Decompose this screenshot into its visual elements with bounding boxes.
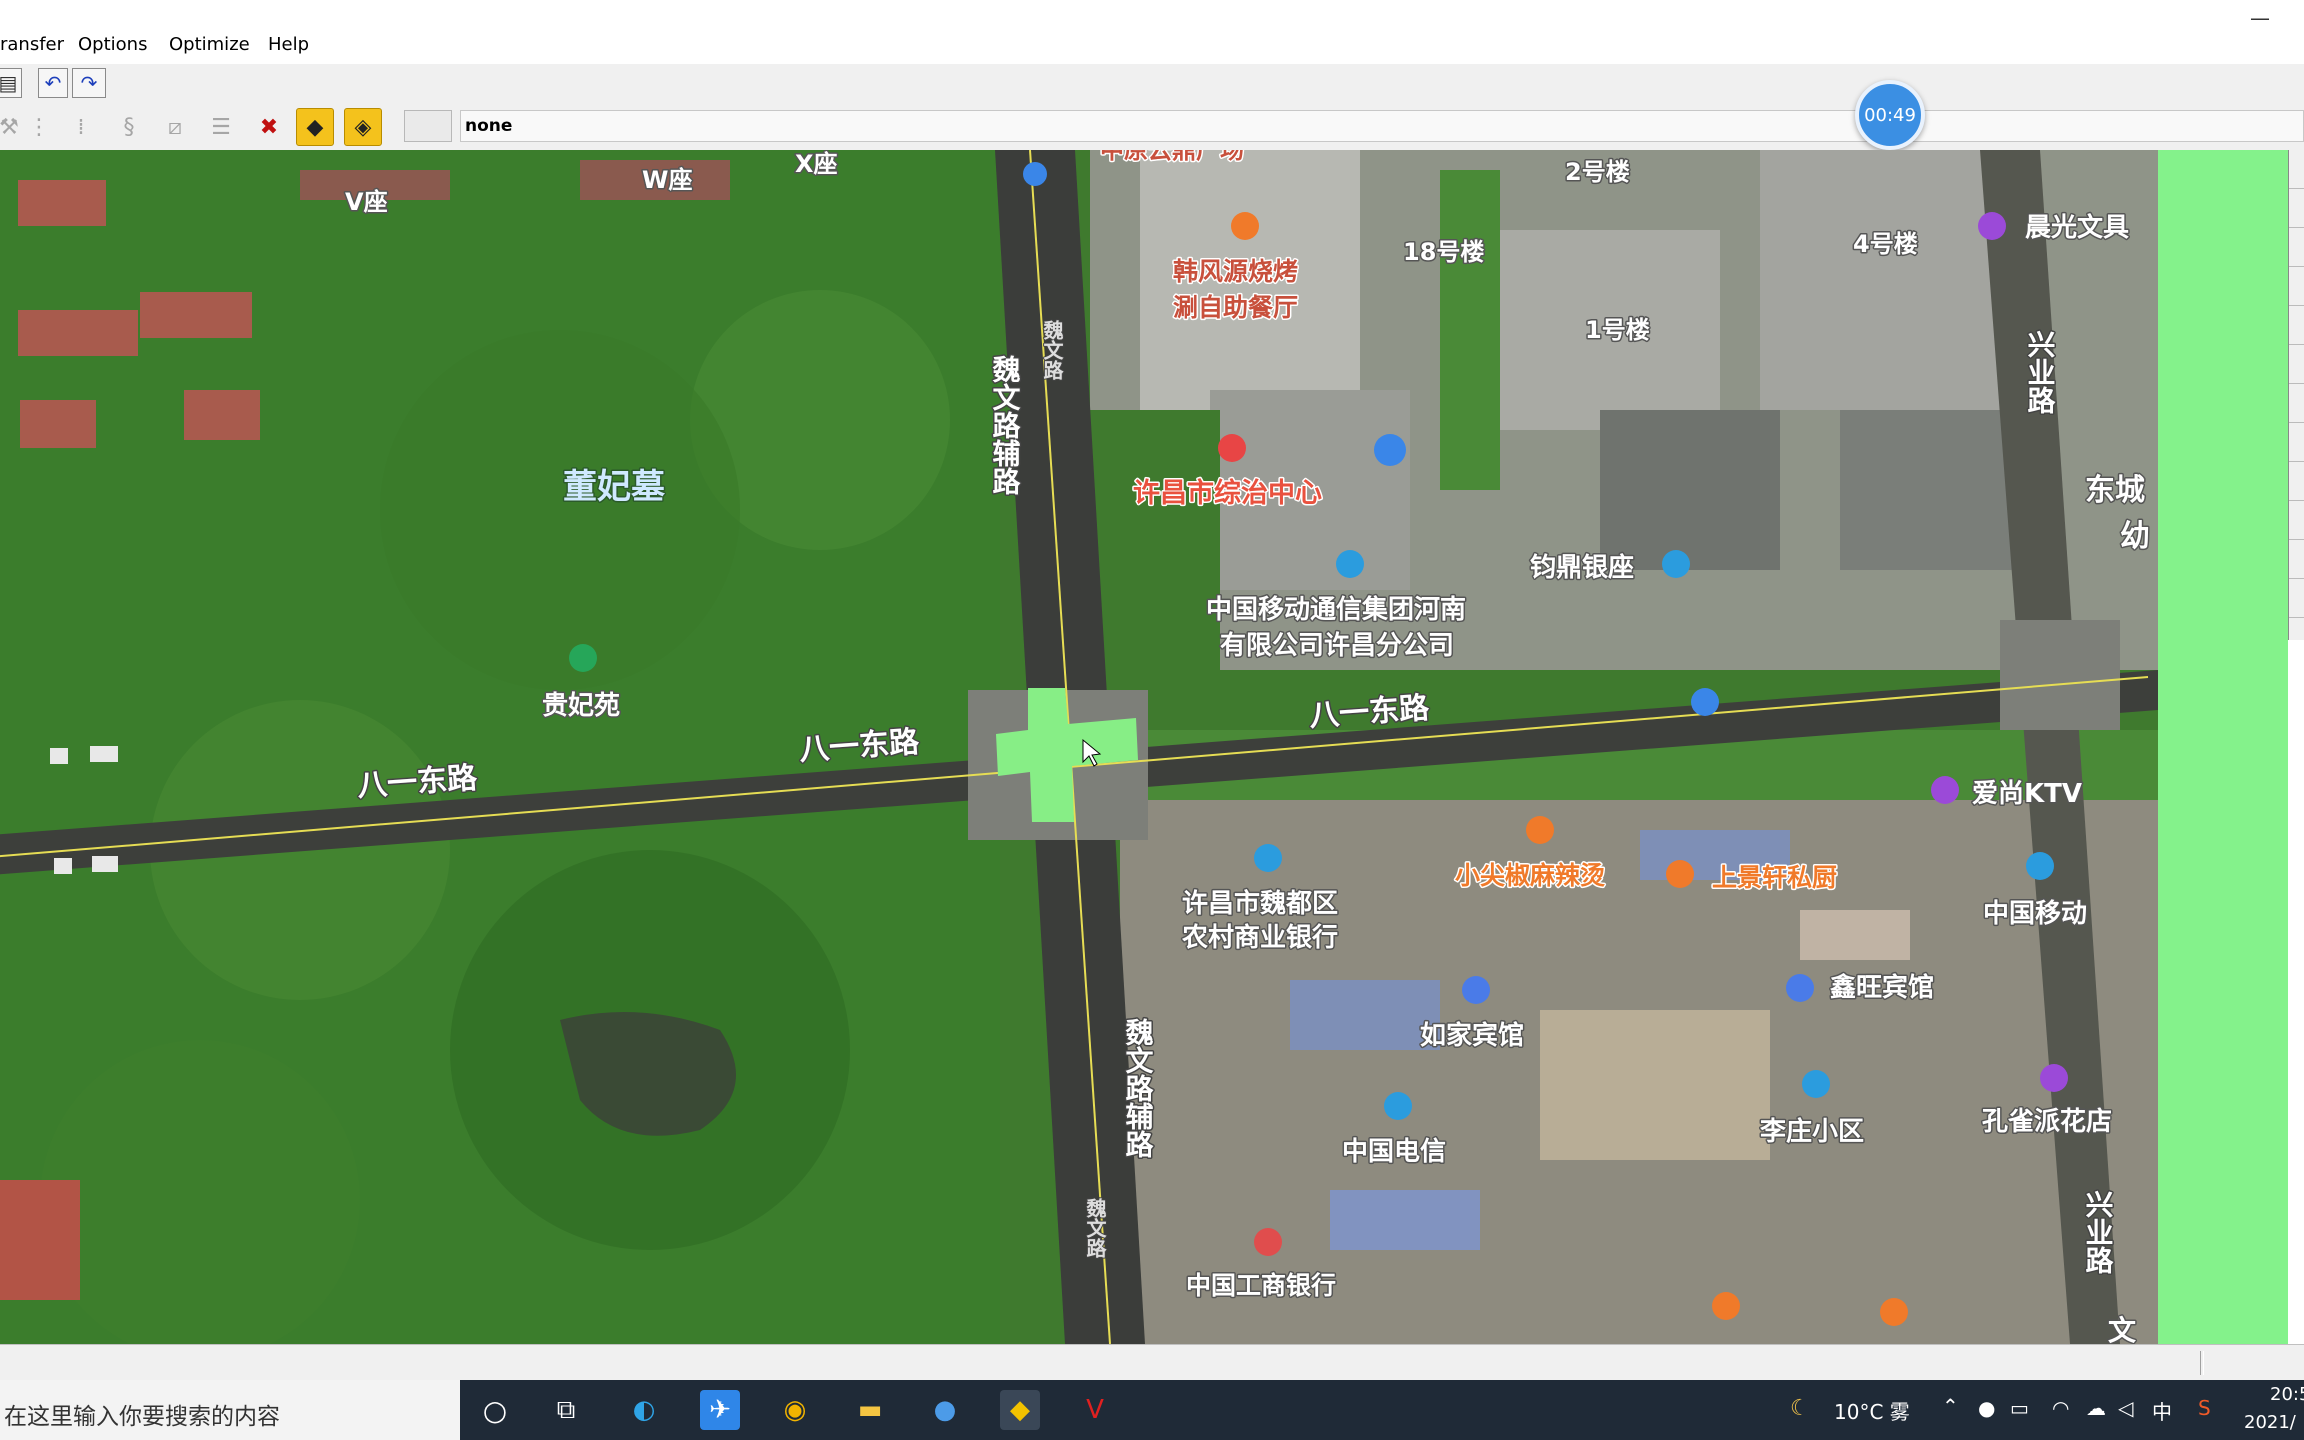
link-tool-icon[interactable]: ⧄ — [156, 108, 194, 146]
label-hanfengyuan: 韩风源烧烤 — [1173, 257, 1298, 286]
timer-badge[interactable]: 00:49 — [1855, 80, 1925, 150]
label-v-zuo: V座 — [345, 188, 388, 216]
label-zhongyuan-plaza: 中原云鼎广场 — [1100, 150, 1244, 164]
file-explorer-icon[interactable]: ▬ — [850, 1390, 890, 1430]
wifi-icon[interactable]: ◠ — [2052, 1396, 2069, 1420]
synchro-icon[interactable]: ◆ — [1000, 1390, 1040, 1430]
weather-text[interactable]: 10°C 雾 — [1834, 1396, 1910, 1425]
taskbar-search-box[interactable]: 在这里输入你要搜索的内容 — [0, 1380, 460, 1440]
chevron-up-icon[interactable]: ⌃ — [1942, 1394, 1959, 1418]
feishu-icon[interactable]: ✈ — [700, 1390, 740, 1430]
status-field: none — [460, 110, 2304, 142]
battery-icon[interactable]: ▭ — [2010, 1396, 2029, 1420]
clock-time[interactable]: 20:5 — [2270, 1384, 2304, 1405]
label-wen: 文 — [2108, 1314, 2136, 1344]
map-view[interactable]: V座 W座 X座 中原云鼎广场 韩风源烧烤 涮自助餐厅 2号楼 18号楼 4号楼… — [0, 150, 2158, 1344]
label-guifei: 贵妃苑 — [542, 690, 620, 721]
label-kongque: 孔雀派花店 — [1982, 1107, 2112, 1137]
label-china-telecom: 中国电信 — [1342, 1137, 1446, 1167]
label-you: 幼 — [2120, 519, 2150, 554]
weather-icon: ☾ — [1790, 1396, 1810, 1421]
label-weiwen-aux-south: 魏文路辅路 — [1122, 1018, 1155, 1158]
label-w-zuo: W座 — [642, 166, 692, 194]
satellite-map: V座 W座 X座 中原云鼎广场 韩风源烧烤 涮自助餐厅 2号楼 18号楼 4号楼… — [0, 150, 2158, 1344]
microphone-icon[interactable]: ● — [1978, 1396, 1995, 1420]
menu-bar: ransfer Options Optimize Help — — [0, 0, 2304, 65]
label-lizhuang: 李庄小区 — [1759, 1116, 1864, 1147]
label-icbc: 中国工商银行 — [1186, 1271, 1336, 1300]
label-weiwen-south: 魏文路 — [1083, 1197, 1107, 1259]
menu-transfer[interactable]: ransfer — [0, 34, 64, 55]
menu-optimize[interactable]: Optimize — [169, 34, 250, 55]
label-x-zuo: X座 — [795, 150, 838, 178]
cortana-icon[interactable]: ○ — [475, 1390, 515, 1430]
label-bldg-1: 1号楼 — [1585, 316, 1650, 344]
ime-indicator[interactable]: 中 — [2152, 1396, 2172, 1425]
multi-signal-icon[interactable]: ⁞ — [62, 108, 100, 146]
node-tool-icon[interactable]: ✖ — [250, 108, 288, 146]
minimize-button[interactable]: — — [2250, 6, 2270, 30]
sogou-icon[interactable]: S — [2198, 1396, 2211, 1420]
label-xuchang-center: 许昌市综治中心 — [1133, 477, 1322, 509]
label-aishang-ktv: 爱尚KTV — [1972, 779, 2082, 809]
label-xingye-north: 兴业路 — [2024, 330, 2057, 414]
sign-tool-icon[interactable]: ◆ — [296, 108, 334, 146]
label-china-mobile-henan-2: 有限公司许昌分公司 — [1220, 631, 1454, 661]
chrome-icon[interactable]: ◉ — [775, 1390, 815, 1430]
label-xinwang: 鑫旺宾馆 — [1830, 972, 1934, 1003]
label-rural-bank: 许昌市魏都区 — [1182, 888, 1338, 919]
label-dongcheng: 东城 — [2085, 473, 2145, 508]
print-icon[interactable]: ▤ — [0, 68, 22, 98]
sign-query-icon[interactable]: ◈ — [344, 108, 382, 146]
volume-icon[interactable]: ◁ — [2118, 1396, 2133, 1420]
phase-tool-icon[interactable]: § — [110, 108, 148, 146]
label-bldg-2: 2号楼 — [1565, 158, 1630, 186]
label-hanfengyuan-2: 涮自助餐厅 — [1173, 293, 1298, 322]
task-view-icon[interactable]: ⧉ — [546, 1390, 586, 1430]
label-chenguang: 晨光文具 — [2025, 212, 2129, 243]
taskbar: 在这里输入你要搜索的内容 ○ ⧉ ◐ ✈ ◉ ▬ ● ◆ V ☾ 10°C 雾 … — [0, 1380, 2304, 1440]
label-rujia: 如家宾馆 — [1420, 1020, 1524, 1051]
label-china-mobile-henan: 中国移动通信集团河南 — [1206, 594, 1466, 625]
toolbar-primary: ▤ ↶ ↷ — [0, 64, 2304, 105]
menu-help[interactable]: Help — [268, 34, 309, 55]
label-weiwen-aux-north: 魏文路辅路 — [989, 355, 1022, 495]
selection-box — [404, 110, 452, 142]
label-china-mobile: 中国移动 — [1983, 899, 2087, 929]
menu-options[interactable]: Options — [78, 34, 147, 55]
label-junding: 钧鼎银座 — [1530, 552, 1634, 583]
lanes-tool-icon[interactable]: ☰ — [202, 108, 240, 146]
status-separator — [2200, 1351, 2204, 1375]
signal-tool-icon[interactable]: ⋮ — [20, 108, 58, 146]
vissim-icon[interactable]: V — [1075, 1390, 1115, 1430]
label-xingye-south: 兴业路 — [2082, 1190, 2115, 1274]
redo-icon[interactable]: ↷ — [72, 68, 106, 98]
label-rural-bank-2: 农村商业银行 — [1181, 922, 1338, 953]
label-shangjing: 上景轩私厨 — [1712, 863, 1837, 892]
taskbar-search-placeholder: 在这里输入你要搜索的内容 — [4, 1404, 280, 1430]
edge-icon[interactable]: ◐ — [624, 1390, 664, 1430]
browser-icon[interactable]: ● — [925, 1390, 965, 1430]
status-bar — [0, 1344, 2304, 1381]
label-bldg-4: 4号楼 — [1853, 230, 1918, 258]
side-panel — [2158, 150, 2288, 1344]
label-dongfei: 董妃墓 — [563, 467, 666, 507]
label-xiaojian: 小尖椒麻辣烫 — [1455, 861, 1605, 890]
label-weiwen-north: 魏文路 — [1040, 319, 1064, 381]
undo-icon[interactable]: ↶ — [38, 68, 68, 98]
side-toolbar[interactable] — [2288, 150, 2304, 640]
clock-date[interactable]: 2021/ — [2244, 1412, 2296, 1433]
onedrive-icon[interactable]: ☁ — [2086, 1396, 2106, 1420]
side-toolbar-edge — [2288, 640, 2304, 1344]
label-bldg-18: 18号楼 — [1403, 238, 1484, 266]
